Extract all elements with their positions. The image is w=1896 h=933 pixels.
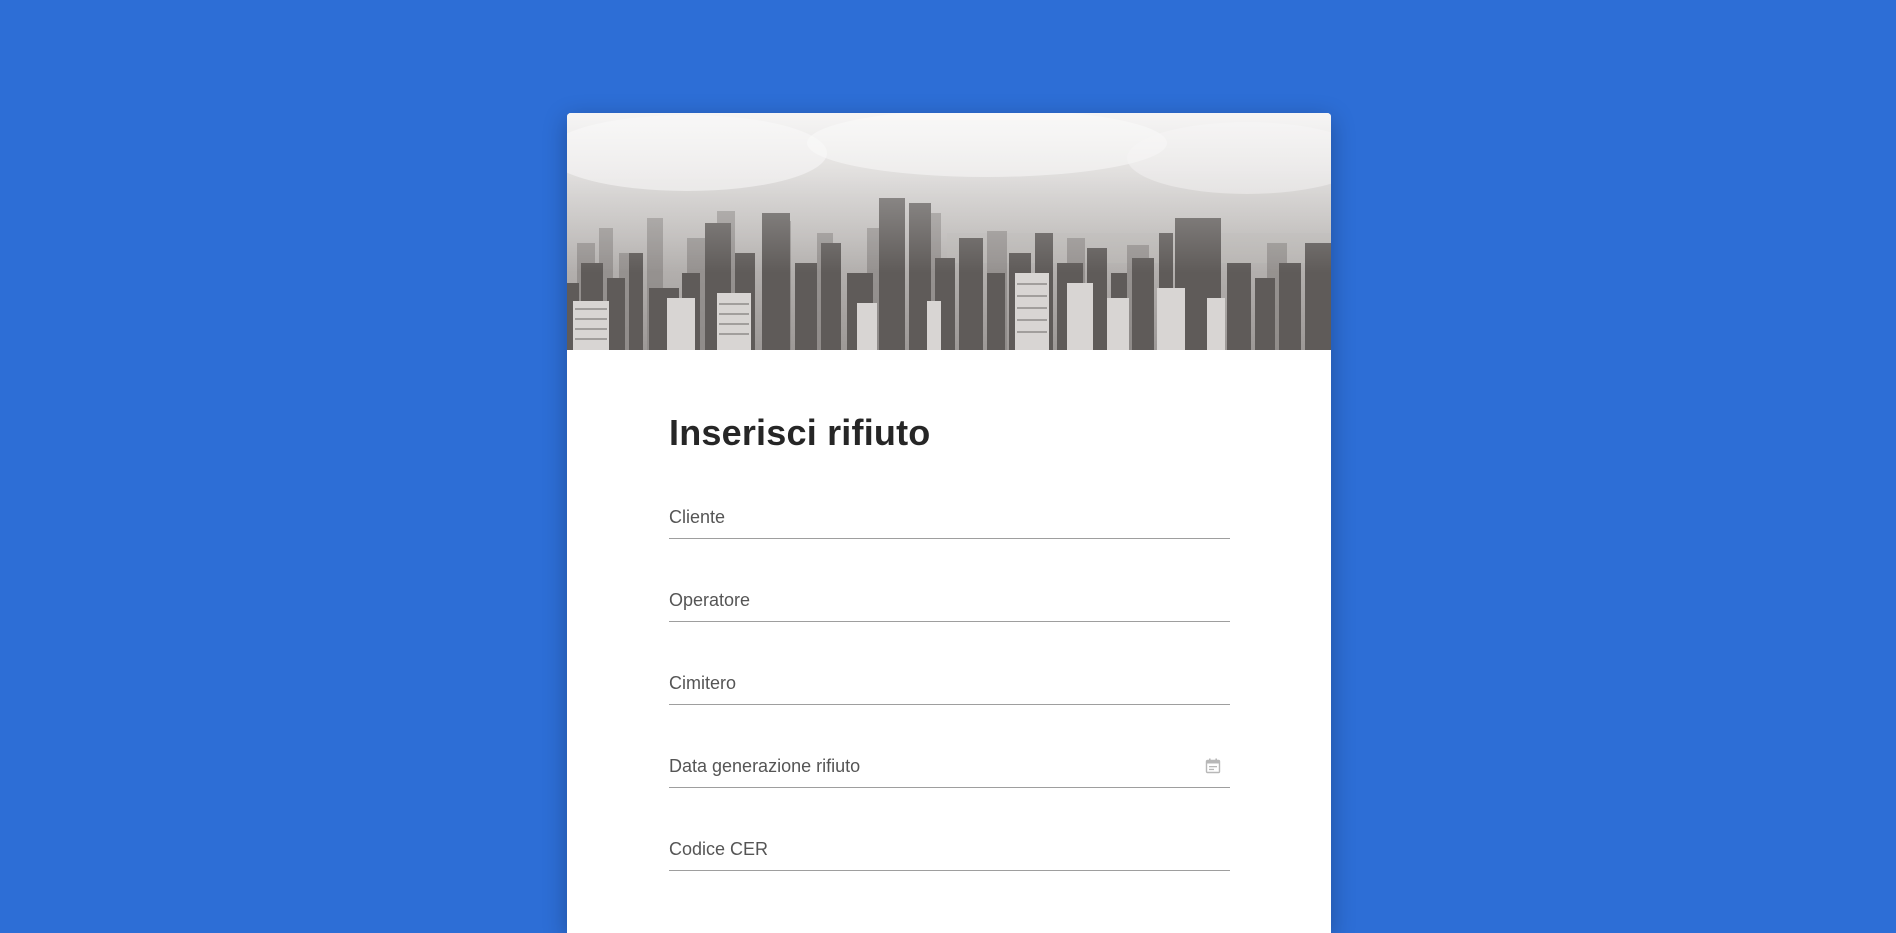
cliente-label: Cliente	[669, 507, 726, 527]
operatore-label: Operatore	[669, 590, 751, 610]
cimitero-label: Cimitero	[669, 673, 737, 693]
data-generazione-rifiuto-label: Data generazione rifiuto	[669, 756, 861, 776]
codice-cer-field[interactable]: Codice CER	[669, 830, 1230, 871]
calendar-icon[interactable]	[1204, 757, 1222, 775]
form-card: Inserisci rifiuto Cliente Operatore Cimi…	[567, 113, 1331, 933]
codice-cer-label: Codice CER	[669, 839, 769, 859]
page-title: Inserisci rifiuto	[669, 412, 931, 453]
city-skyline-image	[567, 113, 1331, 350]
cimitero-field[interactable]: Cimitero	[669, 664, 1230, 705]
data-generazione-rifiuto-field[interactable]: Data generazione rifiuto	[669, 747, 1230, 788]
operatore-field[interactable]: Operatore	[669, 581, 1230, 622]
cliente-field[interactable]: Cliente	[669, 498, 1230, 539]
